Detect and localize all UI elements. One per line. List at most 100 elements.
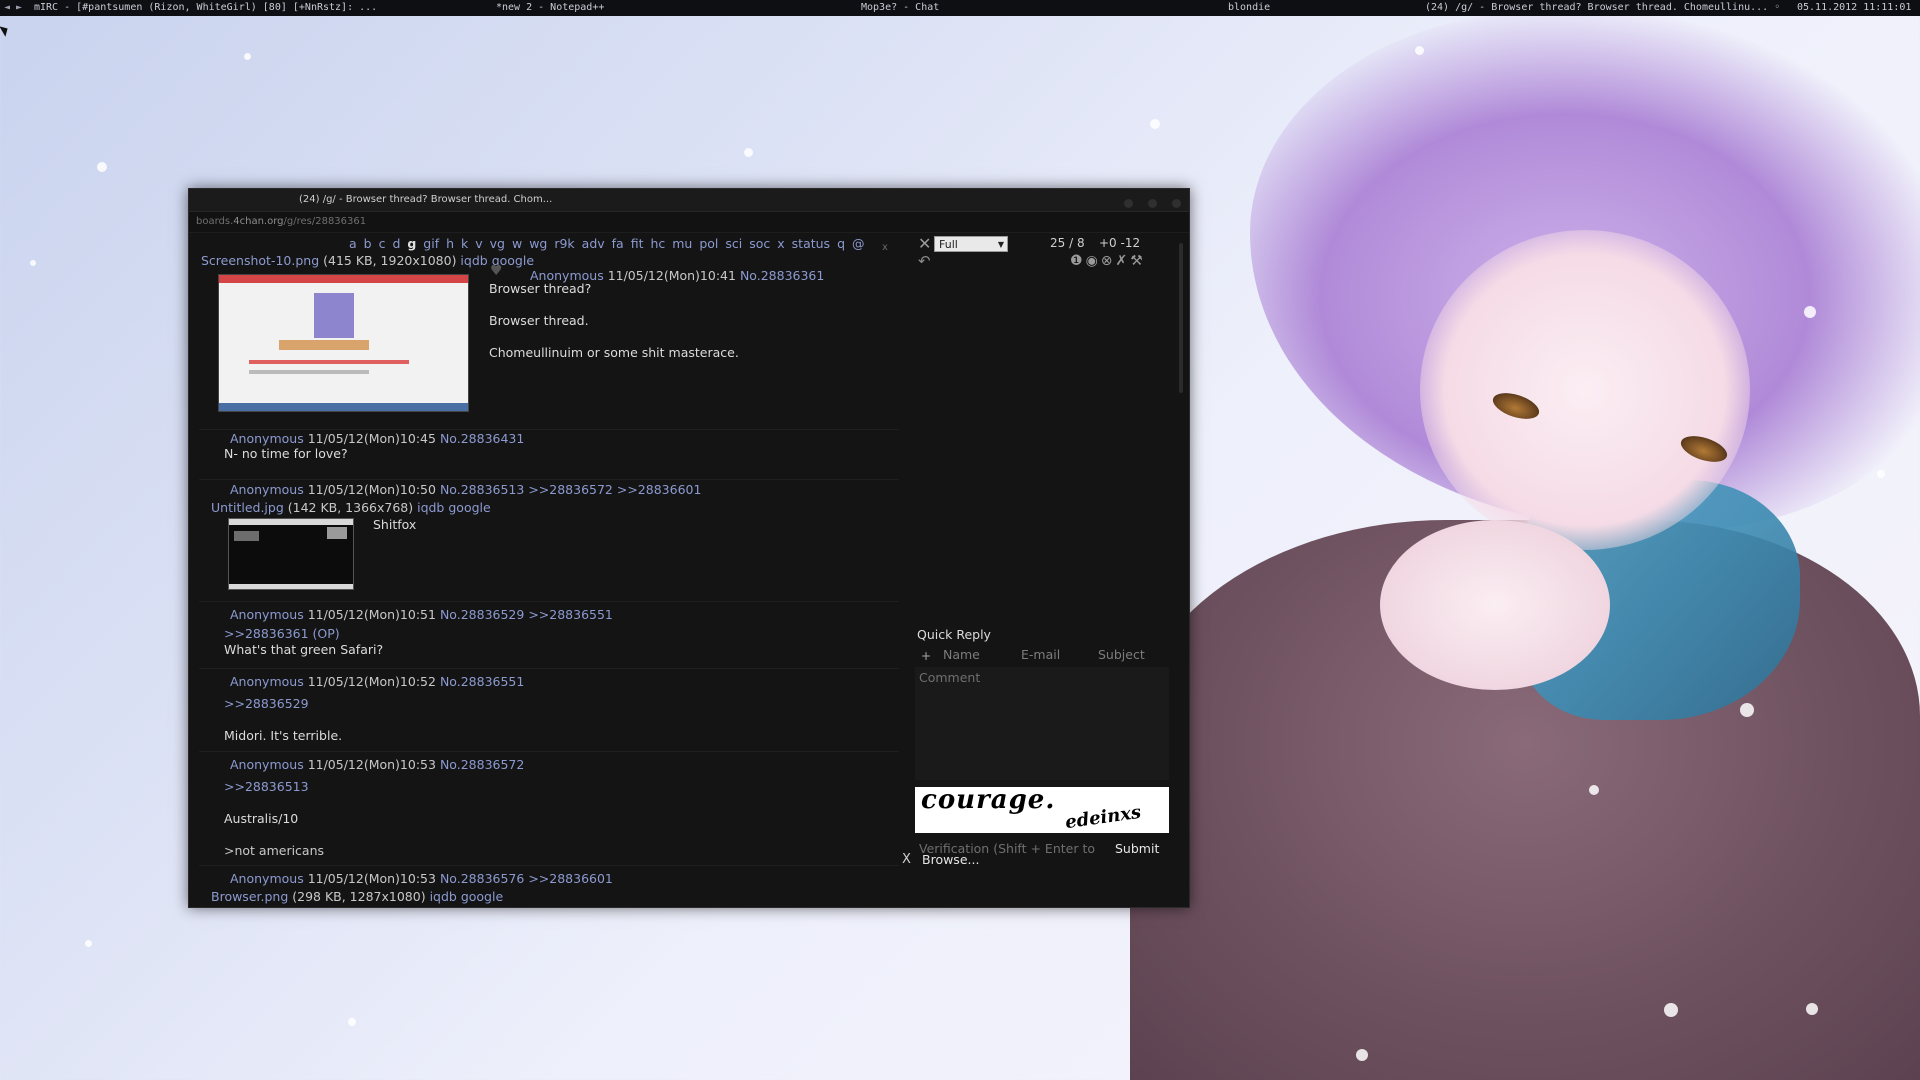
op-thumbnail[interactable]: [218, 274, 469, 412]
undo-icon[interactable]: ↶: [918, 252, 931, 270]
page-content: a b c d g gif h k v vg w wg r9k adv fa f…: [189, 233, 1189, 907]
quotelink[interactable]: >>28836529: [224, 696, 309, 711]
expand-plus-icon[interactable]: +: [921, 649, 931, 663]
snowflake: [348, 1018, 356, 1026]
board-link-v[interactable]: v: [475, 236, 482, 251]
scrollbar[interactable]: [1179, 243, 1183, 393]
reply-iqdb-link[interactable]: iqdb: [417, 500, 444, 515]
board-link-soc[interactable]: soc: [749, 236, 770, 251]
board-link-mu[interactable]: mu: [672, 236, 692, 251]
reply-google-link[interactable]: google: [461, 889, 503, 904]
board-link-c[interactable]: c: [379, 236, 386, 251]
board-link-r9k[interactable]: r9k: [554, 236, 574, 251]
board-link-h[interactable]: h: [446, 236, 454, 251]
board-link-q[interactable]: q: [837, 236, 845, 251]
reply-file-link[interactable]: Browser.png: [211, 889, 288, 904]
reply-body: N- no time for love?: [224, 446, 348, 461]
quotelink[interactable]: >>28836361 (OP): [224, 626, 340, 641]
reply-post-number[interactable]: No.28836513: [440, 482, 524, 497]
maximize-button[interactable]: [1147, 199, 1157, 208]
close-x-link[interactable]: x: [882, 242, 888, 253]
reply-quotelink[interactable]: >>28836529: [224, 696, 309, 711]
board-link-vg[interactable]: vg: [490, 236, 505, 251]
comment-field[interactable]: Comment: [915, 667, 1169, 780]
reply-backlinks[interactable]: >>28836601: [528, 871, 613, 886]
board-link-hc[interactable]: hc: [650, 236, 665, 251]
board-link-sci[interactable]: sci: [725, 236, 742, 251]
reply-post-number[interactable]: No.28836431: [440, 431, 524, 446]
board-link-fa[interactable]: fa: [612, 236, 624, 251]
taskbar-item-chat[interactable]: Mop3e? - Chat: [861, 0, 939, 16]
board-link-k[interactable]: k: [461, 236, 468, 251]
mode-select[interactable]: Full ▼: [934, 236, 1008, 252]
reply-quotelink[interactable]: >>28836361 (OP): [224, 626, 340, 641]
name-field[interactable]: Name: [943, 647, 980, 662]
remove-file-button[interactable]: X: [902, 852, 911, 867]
reply-file-info: Browser.png (298 KB, 1287x1080) iqdb goo…: [211, 889, 503, 904]
quotelink[interactable]: >>28836513: [224, 779, 309, 794]
board-link-a[interactable]: a: [349, 236, 357, 251]
address-bar[interactable]: boards.4chan.org/g/res/28836361: [189, 212, 1189, 233]
board-link-adv[interactable]: adv: [582, 236, 605, 251]
board-link-d[interactable]: d: [392, 236, 400, 251]
taskbar-item-notepad[interactable]: *new 2 - Notepad++: [496, 0, 604, 16]
board-link-w[interactable]: w: [512, 236, 522, 251]
reply-body: Midori. It's terrible.: [224, 728, 343, 743]
taskbar-item-browser[interactable]: (24) /g/ - Browser thread? Browser threa…: [1425, 0, 1780, 16]
snowflake: [1806, 1003, 1818, 1015]
window-titlebar[interactable]: (24) /g/ - Browser thread? Browser threa…: [189, 189, 1189, 212]
snowflake: [1415, 46, 1424, 55]
reply-body: What's that green Safari?: [224, 642, 384, 657]
reply-google-link[interactable]: google: [448, 500, 490, 515]
board-link-wg[interactable]: wg: [529, 236, 547, 251]
op-file-link[interactable]: Screenshot-10.png: [201, 253, 319, 268]
board-link-pol[interactable]: pol: [699, 236, 718, 251]
reply-separator: [199, 429, 899, 430]
reply-backlinks[interactable]: >>28836551: [528, 607, 613, 622]
reply-post-number[interactable]: No.28836551: [440, 674, 524, 689]
reply-post-number[interactable]: No.28836576: [440, 871, 524, 886]
reply-separator: [199, 751, 899, 752]
reply-thumbnail[interactable]: [228, 518, 354, 590]
board-link-b[interactable]: b: [364, 236, 372, 251]
reply-post-number[interactable]: No.28836572: [440, 757, 524, 772]
board-nav: a b c d g gif h k v vg w wg r9k adv fa f…: [349, 236, 867, 251]
reply-backlinks[interactable]: >>28836572 >>28836601: [528, 482, 701, 497]
close-window-button[interactable]: [1172, 199, 1181, 208]
reply-header: Anonymous 11/05/12(Mon)10:53 No.28836576…: [230, 871, 613, 886]
close-icon[interactable]: ✕: [918, 234, 931, 253]
tools-icon[interactable]: ✗: [1116, 253, 1131, 269]
reply-quotelink[interactable]: >>28836513: [224, 779, 309, 794]
board-link-g-current[interactable]: g: [407, 236, 416, 251]
board-link-x[interactable]: x: [777, 236, 784, 251]
snowflake: [1877, 470, 1885, 478]
reply-file-link[interactable]: Untitled.jpg: [211, 500, 284, 515]
taskbar-item-blondie[interactable]: blondie: [1228, 0, 1270, 16]
email-field[interactable]: E-mail: [1021, 647, 1060, 662]
alert-icon[interactable]: ❶: [1070, 253, 1086, 269]
submit-button[interactable]: Submit: [1115, 841, 1159, 856]
globe-icon[interactable]: ⊗: [1101, 253, 1116, 269]
post-diff: +0 -12: [1099, 236, 1141, 250]
snowflake: [1589, 785, 1599, 795]
reply-body: Shitfox: [373, 517, 417, 532]
reply-iqdb-link[interactable]: iqdb: [430, 889, 457, 904]
board-link-status[interactable]: status: [792, 236, 830, 251]
op-line: Browser thread?: [489, 281, 592, 296]
reply-post-number[interactable]: No.28836529: [440, 607, 524, 622]
minimize-button[interactable]: [1123, 199, 1133, 208]
browse-button[interactable]: Browse...: [922, 852, 979, 867]
board-link-at[interactable]: @: [852, 236, 865, 251]
op-iqdb-link[interactable]: iqdb: [460, 253, 487, 268]
wrench-icon[interactable]: ⚒: [1130, 253, 1146, 269]
board-link-gif[interactable]: gif: [423, 236, 439, 251]
snowflake: [1804, 306, 1816, 318]
taskbar-item-mirc[interactable]: mIRC - [#pantsumen (Rizon, WhiteGirl) [8…: [34, 0, 377, 16]
taskbar-arrows[interactable]: ◄ ►: [4, 0, 22, 16]
reply-date: 11/05/12(Mon)10:53: [307, 757, 436, 772]
eye-icon[interactable]: ◉: [1086, 253, 1101, 269]
subject-field[interactable]: Subject: [1098, 647, 1145, 662]
op-post-number[interactable]: No.28836361: [740, 268, 824, 283]
board-link-fit[interactable]: fit: [631, 236, 644, 251]
reply-body: Australis/10: [224, 811, 299, 826]
